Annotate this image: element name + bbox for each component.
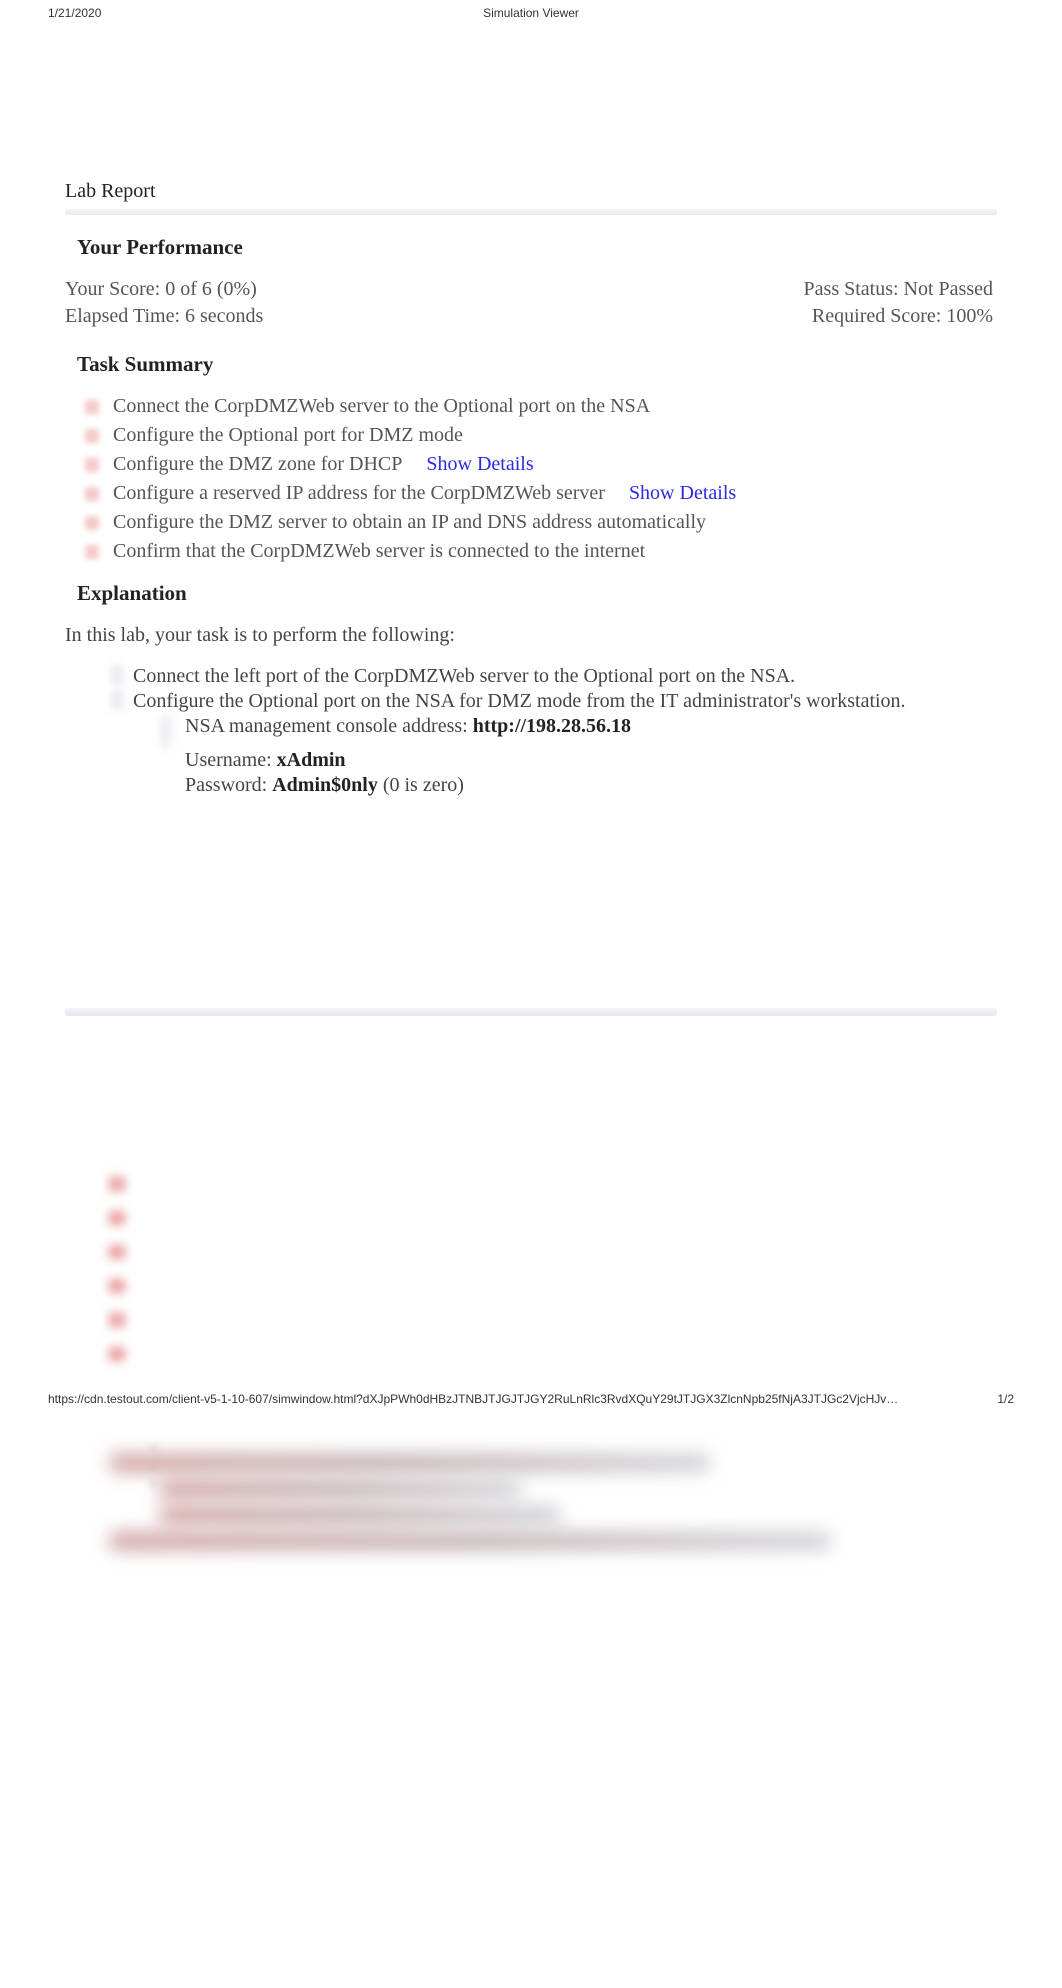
task-row: Configure the Optional port for DMZ mode: [85, 424, 997, 447]
task-row: Configure the DMZ server to obtain an IP…: [85, 511, 997, 534]
task-text: Configure a reserved IP address for the …: [113, 482, 605, 505]
blurred-content: [109, 1177, 997, 1361]
task-row: Configure the DMZ zone for DHCP Show Det…: [85, 453, 997, 476]
step-text: Connect the left port of the CorpDMZWeb …: [133, 665, 795, 688]
blurred-content: [110, 1446, 810, 1558]
task-text: Configure the Optional port for DMZ mode: [113, 424, 463, 447]
fail-icon: [85, 545, 99, 559]
print-title: Simulation Viewer: [0, 6, 1062, 20]
divider: [65, 1008, 997, 1016]
task-list: Connect the CorpDMZWeb server to the Opt…: [85, 395, 997, 563]
step-text: Configure the Optional port on the NSA f…: [133, 690, 906, 713]
footer-url-text: https://cdn.testout.com/client-v5-1-10-6…: [48, 1392, 898, 1406]
explanation-heading: Explanation: [77, 581, 997, 606]
elapsed-time: Elapsed Time: 6 seconds: [65, 305, 263, 328]
fail-icon: [85, 458, 99, 472]
required-score: Required Score: 100%: [812, 305, 993, 328]
footer-page-num: 1/2: [997, 1392, 1014, 1406]
task-row: Confirm that the CorpDMZWeb server is co…: [85, 540, 997, 563]
task-text: Configure the DMZ server to obtain an IP…: [113, 511, 706, 534]
performance-heading: Your Performance: [77, 235, 997, 260]
bullet-icon: [111, 665, 123, 685]
password-line: Password: Admin$0nly (0 is zero): [185, 774, 464, 797]
fail-icon: [85, 429, 99, 443]
pass-status: Pass Status: Not Passed: [804, 278, 993, 301]
console-line: NSA management console address: http://1…: [185, 715, 631, 747]
username-line: Username: xAdmin: [185, 749, 346, 772]
your-score: Your Score: 0 of 6 (0%): [65, 278, 257, 301]
fail-icon: [85, 487, 99, 501]
task-text: Configure the DMZ zone for DHCP: [113, 453, 402, 476]
explanation-intro: In this lab, your task is to perform the…: [65, 624, 997, 647]
bullet-icon: [111, 690, 123, 710]
task-summary-heading: Task Summary: [77, 352, 997, 377]
show-details-link[interactable]: Show Details: [426, 453, 533, 476]
explanation-steps: Connect the left port of the CorpDMZWeb …: [111, 665, 997, 713]
fail-icon: [85, 400, 99, 414]
fail-icon: [85, 516, 99, 530]
print-footer: https://cdn.testout.com/client-v5-1-10-6…: [48, 1392, 1014, 1406]
task-text: Connect the CorpDMZWeb server to the Opt…: [113, 395, 650, 418]
bullet-icon: [161, 715, 171, 747]
task-row: Connect the CorpDMZWeb server to the Opt…: [85, 395, 997, 418]
task-row: Configure a reserved IP address for the …: [85, 482, 997, 505]
task-text: Confirm that the CorpDMZWeb server is co…: [113, 540, 645, 563]
lab-report-heading: Lab Report: [65, 180, 997, 203]
credentials-block: NSA management console address: http://1…: [161, 715, 997, 797]
divider: [65, 209, 997, 215]
show-details-link[interactable]: Show Details: [629, 482, 736, 505]
